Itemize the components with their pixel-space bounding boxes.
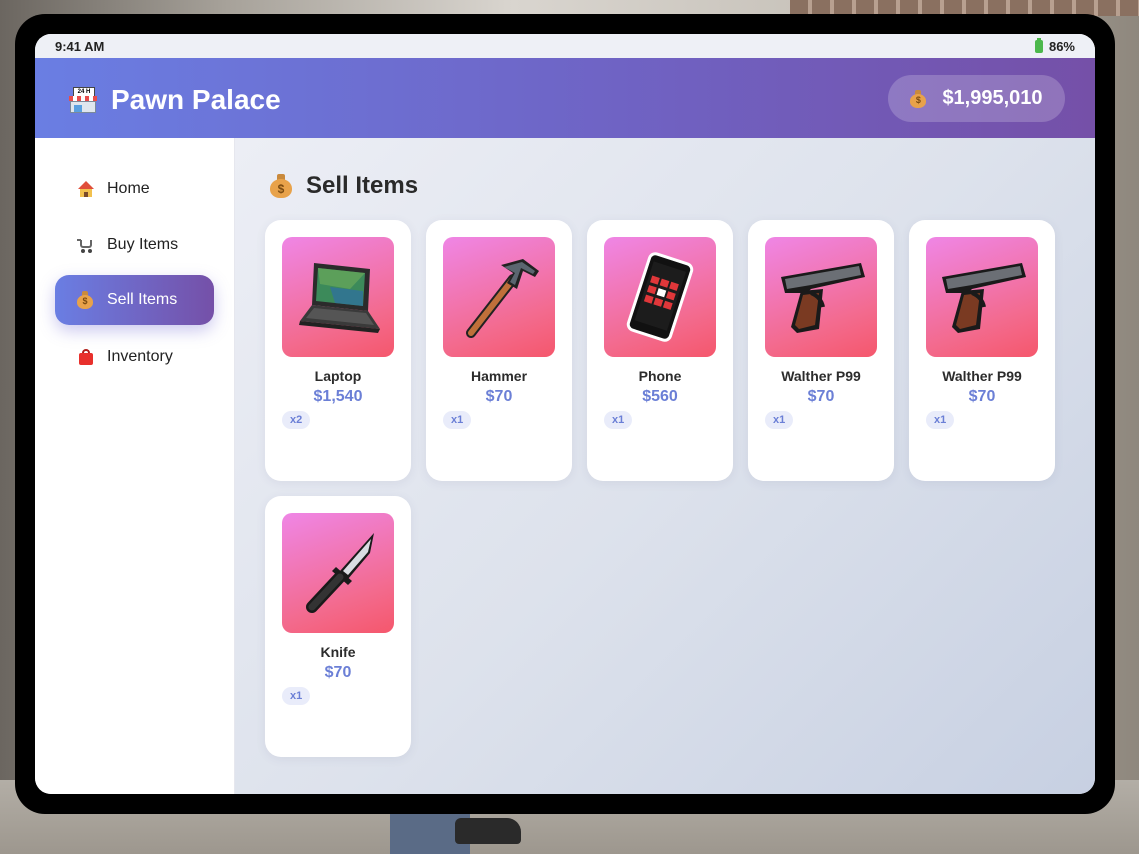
status-bar: 9:41 AM 86% bbox=[35, 34, 1095, 58]
hammer-icon bbox=[466, 259, 539, 338]
item-price: $1,540 bbox=[313, 388, 363, 405]
item-quantity-badge: x1 bbox=[765, 411, 794, 429]
phone-icon bbox=[626, 252, 694, 342]
item-thumbnail bbox=[443, 237, 555, 357]
background-character-shoe bbox=[455, 818, 521, 844]
money-bag-icon bbox=[270, 174, 292, 198]
item-thumbnail bbox=[926, 237, 1038, 357]
item-card[interactable]: Hammer $70 x1 bbox=[426, 220, 572, 481]
page-title-text: Sell Items bbox=[306, 172, 419, 199]
brand: 24 H Pawn Palace bbox=[69, 84, 281, 116]
item-quantity-badge: x1 bbox=[604, 411, 633, 429]
battery-indicator: 86% bbox=[1034, 38, 1075, 54]
cart-icon bbox=[77, 236, 95, 254]
money-bag-icon bbox=[77, 291, 95, 309]
page-title: Sell Items bbox=[270, 172, 418, 200]
item-price: $70 bbox=[485, 388, 513, 405]
sidebar-item-inventory[interactable]: Inventory bbox=[55, 332, 214, 382]
sidebar-item-buy-items[interactable]: Buy Items bbox=[55, 220, 214, 270]
item-price: $560 bbox=[642, 388, 678, 405]
item-quantity-badge: x1 bbox=[282, 687, 311, 705]
item-card[interactable]: Laptop $1,540 x2 bbox=[265, 220, 411, 481]
balance-badge: $1,995,010 bbox=[888, 75, 1065, 122]
item-name: Hammer bbox=[470, 368, 528, 384]
item-thumbnail bbox=[765, 237, 877, 357]
item-quantity-badge: x1 bbox=[443, 411, 472, 429]
item-card[interactable]: Phone $560 x1 bbox=[587, 220, 733, 481]
sidebar-item-sell-items[interactable]: Sell Items bbox=[55, 275, 214, 325]
sidebar-item-label: Inventory bbox=[107, 348, 173, 365]
app-header: 24 H Pawn Palace $1,995,010 bbox=[35, 58, 1095, 138]
item-name: Walther P99 bbox=[781, 368, 861, 384]
laptop-icon bbox=[299, 263, 380, 333]
item-price: $70 bbox=[807, 388, 835, 405]
house-icon bbox=[77, 180, 95, 198]
item-name: Phone bbox=[638, 368, 682, 384]
item-name: Laptop bbox=[314, 368, 362, 384]
tablet-screen: 9:41 AM 86% 24 H Pawn Palace $1,995,010 bbox=[35, 34, 1095, 794]
sidebar: Home Buy Items Sell Items Inventory bbox=[35, 138, 235, 794]
item-thumbnail bbox=[282, 513, 394, 633]
sidebar-item-label: Home bbox=[107, 180, 150, 197]
item-price: $70 bbox=[324, 664, 352, 681]
balance-amount: $1,995,010 bbox=[942, 87, 1043, 109]
item-thumbnail bbox=[604, 237, 716, 357]
money-bag-icon bbox=[910, 89, 927, 108]
knife-icon bbox=[306, 533, 374, 613]
item-card[interactable]: Walther P99 $70 x1 bbox=[748, 220, 894, 481]
item-card[interactable]: Walther P99 $70 x1 bbox=[909, 220, 1055, 481]
item-quantity-badge: x1 bbox=[926, 411, 955, 429]
tablet-frame: 9:41 AM 86% 24 H Pawn Palace $1,995,010 bbox=[15, 14, 1115, 814]
pistol-icon bbox=[781, 263, 865, 333]
sidebar-item-label: Buy Items bbox=[107, 236, 179, 253]
battery-level: 86% bbox=[1048, 39, 1075, 54]
main-content: Sell Items bbox=[235, 138, 1095, 794]
app-title: Pawn Palace bbox=[111, 84, 281, 115]
shopping-bag-icon bbox=[77, 348, 95, 366]
sidebar-item-home[interactable]: Home bbox=[55, 164, 214, 214]
item-name: Knife bbox=[320, 644, 356, 660]
item-thumbnail bbox=[282, 237, 394, 357]
item-quantity-badge: x2 bbox=[282, 411, 311, 429]
battery-icon bbox=[1034, 38, 1043, 53]
item-price: $70 bbox=[968, 388, 996, 405]
item-name: Walther P99 bbox=[942, 368, 1022, 384]
pistol-icon bbox=[942, 263, 1026, 333]
convenience-store-icon: 24 H bbox=[69, 87, 97, 113]
item-card[interactable]: Knife $70 x1 bbox=[265, 496, 411, 757]
sidebar-item-label: Sell Items bbox=[107, 291, 178, 308]
status-time: 9:41 AM bbox=[55, 39, 105, 54]
